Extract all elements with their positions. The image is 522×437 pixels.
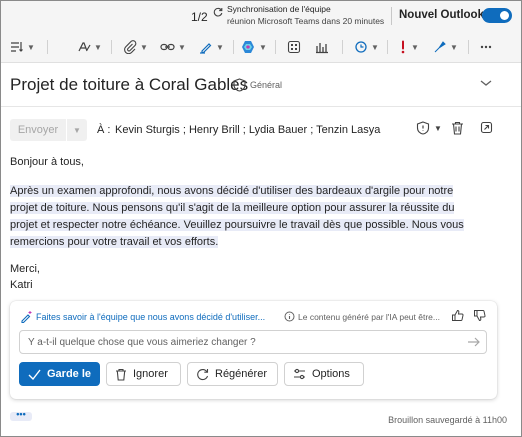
email-signoff[interactable]: Merci,	[10, 261, 40, 278]
toolbar-divider	[233, 40, 234, 54]
attach-button[interactable]: ▼	[123, 37, 148, 57]
insights-chart-icon	[316, 43, 328, 54]
generated-text-highlight: Après un examen approfondi, nous avons d…	[10, 185, 464, 248]
chevron-down-icon[interactable]: ▼	[434, 124, 442, 133]
show-more-button[interactable]: •••	[10, 410, 32, 421]
loop-button[interactable]: ▼	[354, 37, 379, 57]
chevron-down-icon: ▼	[73, 125, 81, 135]
signature-pen-icon	[200, 43, 212, 54]
chevron-down-icon: ▼	[94, 42, 102, 52]
new-outlook-toggle[interactable]	[482, 8, 512, 23]
toolbar-divider	[275, 40, 276, 54]
divider	[391, 7, 392, 25]
email-greeting[interactable]: Bonjour à tous,	[10, 154, 84, 171]
compose-pane: Envoyer ▼ À : Kevin Sturgis ; Henry Bril…	[1, 107, 521, 436]
keep-button[interactable]: Garde le	[19, 362, 100, 386]
apps-button[interactable]	[287, 37, 301, 57]
insights-button[interactable]	[315, 37, 329, 57]
loop-icon	[355, 41, 367, 53]
subject-bar: Projet de toiture à Coral Gables Général	[1, 63, 521, 107]
top-bar: 1/2 Synchronisation de l'équipe réunion …	[1, 1, 521, 31]
to-label: À :	[97, 124, 111, 136]
copilot-icon	[242, 41, 254, 53]
ribbon-toolbar: ▼ ▼ ▼ ▼ ▼ ▼ ▼ ▼ ▼	[1, 31, 521, 63]
discard-label: Ignorer	[133, 368, 168, 380]
message-subject[interactable]: Projet de toiture à Coral Gables	[10, 75, 248, 95]
keep-label: Garde le	[47, 368, 92, 380]
chevron-down-icon: ▼	[178, 42, 186, 52]
sensitivity-button[interactable]: ▼	[433, 37, 458, 57]
pop-out-icon[interactable]	[480, 121, 493, 134]
send-button[interactable]: Envoyer	[10, 119, 66, 141]
options-label: Options	[312, 368, 350, 380]
importance-icon	[401, 40, 405, 54]
copilot-draft-card: Faites savoir à l'équipe que nous avons …	[10, 301, 497, 399]
signature-button[interactable]: ▼	[199, 37, 224, 57]
chevron-down-icon: ▼	[259, 42, 267, 52]
regenerate-label: Régénérer	[215, 368, 267, 380]
link-button[interactable]: ▼	[160, 37, 186, 57]
chevron-down-icon[interactable]	[479, 78, 493, 88]
info-icon	[284, 311, 295, 322]
toolbar-divider	[387, 40, 388, 54]
checkmark-icon	[28, 369, 41, 380]
discard-button[interactable]: Ignorer	[106, 362, 181, 386]
draft-saved-status: Brouillon sauvegardé à 11h00	[388, 415, 507, 425]
toolbar-divider	[342, 40, 343, 54]
chevron-down-icon: ▼	[27, 42, 35, 52]
apps-icon	[287, 40, 301, 54]
sliders-icon	[293, 368, 306, 380]
send-arrow-icon[interactable]	[467, 336, 481, 348]
reminder-title[interactable]: Synchronisation de l'équipe	[227, 4, 331, 14]
new-outlook-label: Nouvel Outlook	[399, 9, 484, 21]
sensitivity-label[interactable]: Général	[250, 80, 282, 90]
attach-icon	[124, 40, 137, 54]
trash-icon	[115, 368, 127, 381]
trash-icon[interactable]	[451, 121, 464, 135]
copilot-refine-input[interactable]	[19, 330, 487, 354]
protect-icon[interactable]	[416, 121, 430, 135]
more-icon	[480, 45, 492, 49]
toolbar-divider	[47, 40, 48, 54]
chevron-down-icon: ▼	[371, 42, 379, 52]
chevron-down-icon: ▼	[411, 42, 419, 52]
copilot-button[interactable]: ▼	[240, 37, 267, 57]
email-body-paragraph[interactable]: Après un examen approfondi, nous avons d…	[10, 183, 470, 251]
chevron-down-icon: ▼	[450, 42, 458, 52]
refresh-icon	[213, 7, 223, 17]
more-options-button[interactable]	[479, 37, 493, 57]
chevron-down-icon: ▼	[140, 42, 148, 52]
thumbs-down-icon[interactable]	[473, 309, 486, 322]
shield-icon	[233, 78, 246, 92]
reminder-subtitle: réunion Microsoft Teams dans 20 minutes	[227, 16, 385, 26]
paragraph-format-button[interactable]: ▼	[10, 37, 35, 57]
chevron-down-icon: ▼	[216, 42, 224, 52]
reminder-counter: 1/2	[191, 10, 208, 24]
format-painter-icon	[78, 42, 91, 52]
recipients-field[interactable]: Kevin Sturgis ; Henry Brill ; Lydia Baue…	[115, 124, 380, 136]
thumbs-up-icon[interactable]	[451, 309, 464, 322]
importance-button[interactable]: ▼	[398, 37, 419, 57]
link-icon	[160, 43, 175, 51]
toolbar-divider	[111, 40, 112, 54]
toolbar-divider	[468, 40, 469, 54]
options-button[interactable]: Options	[284, 362, 364, 386]
regenerate-icon	[196, 368, 209, 381]
send-options-button[interactable]: ▼	[67, 119, 87, 141]
compose-window: 1/2 Synchronisation de l'équipe réunion …	[0, 0, 522, 437]
format-painter-button[interactable]: ▼	[77, 37, 102, 57]
email-signature[interactable]: Katri	[10, 277, 33, 294]
ai-disclaimer[interactable]: Le contenu généré par l'IA peut être...	[298, 312, 440, 322]
paragraph-format-icon	[11, 42, 23, 52]
regenerate-button[interactable]: Régénérer	[187, 362, 278, 386]
sensitivity-icon	[434, 41, 446, 53]
pen-sparkle-icon	[21, 311, 32, 323]
copilot-prompt-text[interactable]: Faites savoir à l'équipe que nous avons …	[36, 312, 276, 322]
